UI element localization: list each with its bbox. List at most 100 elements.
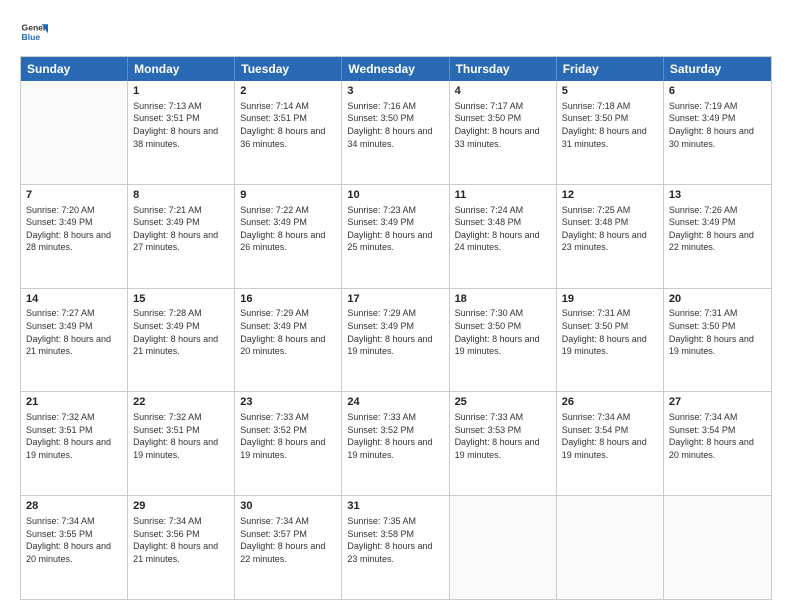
- table-row: [450, 496, 557, 599]
- day-number: 18: [455, 292, 551, 307]
- table-row: 14Sunrise: 7:27 AMSunset: 3:49 PMDayligh…: [21, 289, 128, 392]
- day-number: 6: [669, 84, 766, 99]
- cell-info: Sunrise: 7:20 AMSunset: 3:49 PMDaylight:…: [26, 204, 122, 254]
- day-number: 24: [347, 395, 443, 410]
- table-row: 9Sunrise: 7:22 AMSunset: 3:49 PMDaylight…: [235, 185, 342, 288]
- header-day-wednesday: Wednesday: [342, 57, 449, 81]
- table-row: 11Sunrise: 7:24 AMSunset: 3:48 PMDayligh…: [450, 185, 557, 288]
- cell-info: Sunrise: 7:26 AMSunset: 3:49 PMDaylight:…: [669, 204, 766, 254]
- table-row: 17Sunrise: 7:29 AMSunset: 3:49 PMDayligh…: [342, 289, 449, 392]
- cell-info: Sunrise: 7:29 AMSunset: 3:49 PMDaylight:…: [240, 307, 336, 357]
- table-row: 15Sunrise: 7:28 AMSunset: 3:49 PMDayligh…: [128, 289, 235, 392]
- day-number: 14: [26, 292, 122, 307]
- table-row: 25Sunrise: 7:33 AMSunset: 3:53 PMDayligh…: [450, 392, 557, 495]
- day-number: 9: [240, 188, 336, 203]
- cell-info: Sunrise: 7:16 AMSunset: 3:50 PMDaylight:…: [347, 100, 443, 150]
- table-row: 13Sunrise: 7:26 AMSunset: 3:49 PMDayligh…: [664, 185, 771, 288]
- calendar-body: 1Sunrise: 7:13 AMSunset: 3:51 PMDaylight…: [21, 81, 771, 599]
- cell-info: Sunrise: 7:34 AMSunset: 3:55 PMDaylight:…: [26, 515, 122, 565]
- cell-info: Sunrise: 7:31 AMSunset: 3:50 PMDaylight:…: [669, 307, 766, 357]
- table-row: 10Sunrise: 7:23 AMSunset: 3:49 PMDayligh…: [342, 185, 449, 288]
- day-number: 5: [562, 84, 658, 99]
- day-number: 1: [133, 84, 229, 99]
- day-number: 27: [669, 395, 766, 410]
- cell-info: Sunrise: 7:30 AMSunset: 3:50 PMDaylight:…: [455, 307, 551, 357]
- cell-info: Sunrise: 7:23 AMSunset: 3:49 PMDaylight:…: [347, 204, 443, 254]
- cell-info: Sunrise: 7:28 AMSunset: 3:49 PMDaylight:…: [133, 307, 229, 357]
- logo-icon: General Blue: [20, 18, 48, 46]
- cell-info: Sunrise: 7:17 AMSunset: 3:50 PMDaylight:…: [455, 100, 551, 150]
- day-number: 28: [26, 499, 122, 514]
- cell-info: Sunrise: 7:24 AMSunset: 3:48 PMDaylight:…: [455, 204, 551, 254]
- day-number: 7: [26, 188, 122, 203]
- table-row: 31Sunrise: 7:35 AMSunset: 3:58 PMDayligh…: [342, 496, 449, 599]
- header-day-monday: Monday: [128, 57, 235, 81]
- day-number: 29: [133, 499, 229, 514]
- cell-info: Sunrise: 7:21 AMSunset: 3:49 PMDaylight:…: [133, 204, 229, 254]
- table-row: 5Sunrise: 7:18 AMSunset: 3:50 PMDaylight…: [557, 81, 664, 184]
- calendar-week-3: 21Sunrise: 7:32 AMSunset: 3:51 PMDayligh…: [21, 391, 771, 495]
- calendar-week-0: 1Sunrise: 7:13 AMSunset: 3:51 PMDaylight…: [21, 81, 771, 184]
- header-day-sunday: Sunday: [21, 57, 128, 81]
- day-number: 16: [240, 292, 336, 307]
- table-row: 21Sunrise: 7:32 AMSunset: 3:51 PMDayligh…: [21, 392, 128, 495]
- cell-info: Sunrise: 7:33 AMSunset: 3:52 PMDaylight:…: [347, 411, 443, 461]
- cell-info: Sunrise: 7:31 AMSunset: 3:50 PMDaylight:…: [562, 307, 658, 357]
- table-row: [664, 496, 771, 599]
- cell-info: Sunrise: 7:34 AMSunset: 3:57 PMDaylight:…: [240, 515, 336, 565]
- table-row: 16Sunrise: 7:29 AMSunset: 3:49 PMDayligh…: [235, 289, 342, 392]
- cell-info: Sunrise: 7:19 AMSunset: 3:49 PMDaylight:…: [669, 100, 766, 150]
- table-row: 1Sunrise: 7:13 AMSunset: 3:51 PMDaylight…: [128, 81, 235, 184]
- day-number: 13: [669, 188, 766, 203]
- day-number: 19: [562, 292, 658, 307]
- table-row: 20Sunrise: 7:31 AMSunset: 3:50 PMDayligh…: [664, 289, 771, 392]
- cell-info: Sunrise: 7:32 AMSunset: 3:51 PMDaylight:…: [26, 411, 122, 461]
- table-row: 30Sunrise: 7:34 AMSunset: 3:57 PMDayligh…: [235, 496, 342, 599]
- calendar: SundayMondayTuesdayWednesdayThursdayFrid…: [20, 56, 772, 600]
- day-number: 20: [669, 292, 766, 307]
- table-row: 27Sunrise: 7:34 AMSunset: 3:54 PMDayligh…: [664, 392, 771, 495]
- cell-info: Sunrise: 7:13 AMSunset: 3:51 PMDaylight:…: [133, 100, 229, 150]
- cell-info: Sunrise: 7:33 AMSunset: 3:53 PMDaylight:…: [455, 411, 551, 461]
- table-row: 2Sunrise: 7:14 AMSunset: 3:51 PMDaylight…: [235, 81, 342, 184]
- calendar-week-1: 7Sunrise: 7:20 AMSunset: 3:49 PMDaylight…: [21, 184, 771, 288]
- calendar-header-row: SundayMondayTuesdayWednesdayThursdayFrid…: [21, 57, 771, 81]
- header-day-saturday: Saturday: [664, 57, 771, 81]
- cell-info: Sunrise: 7:22 AMSunset: 3:49 PMDaylight:…: [240, 204, 336, 254]
- day-number: 3: [347, 84, 443, 99]
- table-row: 28Sunrise: 7:34 AMSunset: 3:55 PMDayligh…: [21, 496, 128, 599]
- table-row: 12Sunrise: 7:25 AMSunset: 3:48 PMDayligh…: [557, 185, 664, 288]
- table-row: 23Sunrise: 7:33 AMSunset: 3:52 PMDayligh…: [235, 392, 342, 495]
- table-row: 29Sunrise: 7:34 AMSunset: 3:56 PMDayligh…: [128, 496, 235, 599]
- table-row: 6Sunrise: 7:19 AMSunset: 3:49 PMDaylight…: [664, 81, 771, 184]
- day-number: 30: [240, 499, 336, 514]
- cell-info: Sunrise: 7:18 AMSunset: 3:50 PMDaylight:…: [562, 100, 658, 150]
- day-number: 21: [26, 395, 122, 410]
- cell-info: Sunrise: 7:34 AMSunset: 3:54 PMDaylight:…: [669, 411, 766, 461]
- cell-info: Sunrise: 7:32 AMSunset: 3:51 PMDaylight:…: [133, 411, 229, 461]
- day-number: 10: [347, 188, 443, 203]
- cell-info: Sunrise: 7:34 AMSunset: 3:56 PMDaylight:…: [133, 515, 229, 565]
- table-row: 24Sunrise: 7:33 AMSunset: 3:52 PMDayligh…: [342, 392, 449, 495]
- header-day-friday: Friday: [557, 57, 664, 81]
- day-number: 15: [133, 292, 229, 307]
- page: General Blue SundayMondayTuesdayWednesda…: [0, 0, 792, 612]
- cell-info: Sunrise: 7:14 AMSunset: 3:51 PMDaylight:…: [240, 100, 336, 150]
- day-number: 17: [347, 292, 443, 307]
- day-number: 22: [133, 395, 229, 410]
- day-number: 23: [240, 395, 336, 410]
- table-row: [21, 81, 128, 184]
- svg-text:Blue: Blue: [22, 32, 41, 42]
- day-number: 26: [562, 395, 658, 410]
- cell-info: Sunrise: 7:27 AMSunset: 3:49 PMDaylight:…: [26, 307, 122, 357]
- cell-info: Sunrise: 7:34 AMSunset: 3:54 PMDaylight:…: [562, 411, 658, 461]
- table-row: [557, 496, 664, 599]
- header-day-thursday: Thursday: [450, 57, 557, 81]
- table-row: 3Sunrise: 7:16 AMSunset: 3:50 PMDaylight…: [342, 81, 449, 184]
- day-number: 8: [133, 188, 229, 203]
- table-row: 7Sunrise: 7:20 AMSunset: 3:49 PMDaylight…: [21, 185, 128, 288]
- day-number: 31: [347, 499, 443, 514]
- table-row: 19Sunrise: 7:31 AMSunset: 3:50 PMDayligh…: [557, 289, 664, 392]
- day-number: 4: [455, 84, 551, 99]
- logo: General Blue: [20, 18, 52, 46]
